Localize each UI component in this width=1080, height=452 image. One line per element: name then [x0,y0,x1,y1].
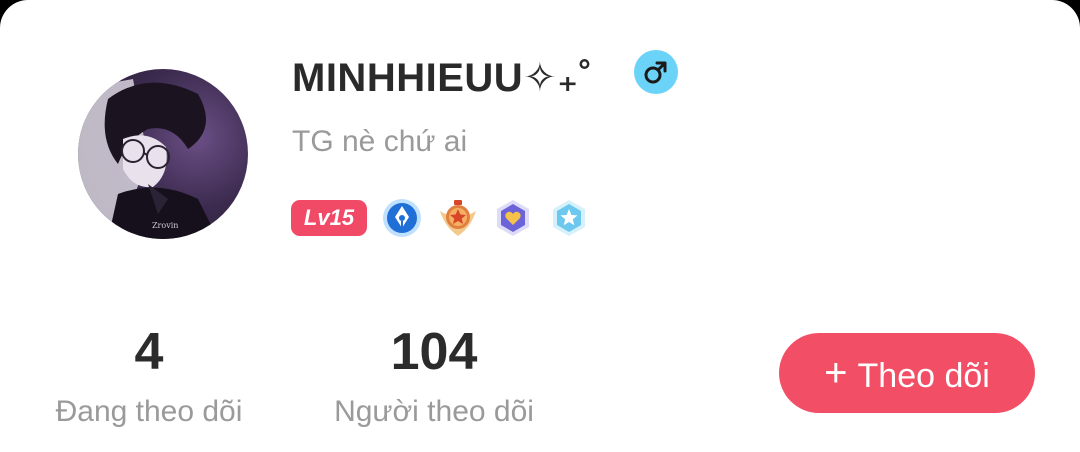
plus-icon: + [824,351,848,395]
avatar[interactable]: Zrovin [78,69,248,239]
following-count[interactable]: 4 [99,322,199,382]
star-crest-medal-icon[interactable] [437,197,479,239]
male-icon [634,50,678,94]
heart-hexagon-medal-icon[interactable] [492,197,534,239]
pen-medal-icon[interactable] [381,197,423,239]
followers-label[interactable]: Người theo dõi [304,392,564,432]
follow-button-label: Theo dõi [857,357,990,395]
star-hexagon-medal-icon[interactable] [548,197,590,239]
profile-card: Zrovin MINHHIEUU✧₊˚ TG nè chứ ai Lv15 4 … [0,0,1080,452]
followers-count[interactable]: 104 [354,322,514,382]
bio-text: TG nè chứ ai [292,125,468,158]
avatar-illustration [78,79,218,239]
username: MINHHIEUU✧₊˚ [292,56,593,100]
level-badge[interactable]: Lv15 [291,200,367,236]
avatar-watermark: Zrovin [152,221,179,230]
follow-button[interactable]: + Theo dõi [779,333,1035,413]
following-label[interactable]: Đang theo dõi [29,392,269,432]
